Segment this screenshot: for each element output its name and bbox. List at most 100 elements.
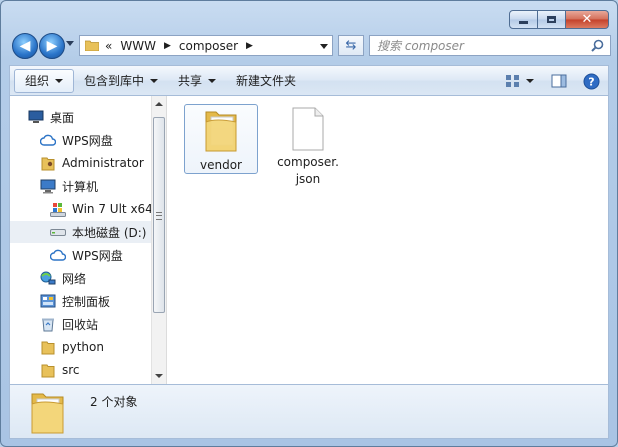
share-label: 共享 — [178, 74, 203, 88]
sidebar-item-network[interactable]: 网络 — [10, 267, 156, 289]
include-in-library-label: 包含到库中 — [84, 74, 145, 88]
sidebar-item-wps-cloud[interactable]: WPS网盘 — [10, 129, 156, 151]
sidebar-item-recycle-bin[interactable]: 回收站 — [10, 313, 156, 335]
address-dropdown-icon[interactable] — [320, 44, 328, 49]
sidebar-item-src[interactable]: src — [10, 359, 156, 381]
file-item-composer-json[interactable]: composer. json — [272, 105, 344, 188]
sidebar-item-label: 本地磁盘 (D:) — [72, 225, 147, 240]
breadcrumb-separator-icon[interactable]: ▶ — [164, 41, 171, 51]
back-button[interactable]: ◀ — [12, 33, 38, 59]
address-bar[interactable]: « WWW ▶ composer ▶ — [79, 35, 333, 56]
drive-icon — [50, 224, 66, 240]
sidebar-item-label: python — [62, 340, 104, 354]
include-in-library-button[interactable]: 包含到库中 — [74, 69, 168, 93]
explorer-window: ✕ ◀ ▶ « WWW ▶ composer ▶ ⇆ 组织 — [0, 0, 618, 447]
windows-drive-icon — [50, 201, 66, 217]
breadcrumb-prefix[interactable]: « — [105, 39, 112, 53]
navigation-scrollbar[interactable] — [151, 96, 167, 384]
sidebar-item-label: WPS网盘 — [72, 248, 123, 263]
breadcrumb-separator-icon[interactable]: ▶ — [246, 41, 253, 51]
sidebar-item-label: 桌面 — [50, 110, 75, 125]
file-list: vendor composer. json — [168, 96, 608, 384]
folder-icon — [40, 339, 56, 355]
sidebar-item-python[interactable]: python — [10, 336, 156, 358]
chevron-down-icon — [150, 78, 159, 83]
new-folder-label: 新建文件夹 — [236, 74, 297, 88]
cloud-icon — [50, 247, 66, 263]
maximize-icon — [547, 16, 556, 23]
folder-icon — [40, 362, 56, 378]
refresh-icon: ⇆ — [345, 38, 357, 53]
close-button[interactable]: ✕ — [566, 10, 609, 29]
sidebar-item-desktop[interactable]: 桌面 — [10, 106, 156, 128]
sidebar-item-local-disk-d[interactable]: 本地磁盘 (D:) — [10, 221, 156, 243]
arrow-right-icon: ▶ — [46, 38, 58, 54]
search-input[interactable] — [370, 36, 577, 55]
refresh-button[interactable]: ⇆ — [338, 35, 364, 56]
folder-icon — [205, 111, 237, 152]
navigation-pane: 桌面 WPS网盘 Administrator 计算机 Win 7 Ult x64… — [10, 96, 156, 384]
search-box — [369, 35, 611, 56]
help-icon: ? — [583, 73, 599, 89]
sidebar-item-label: WPS网盘 — [62, 133, 113, 148]
view-controls: ? — [496, 70, 602, 92]
details-pane: 2 个对象 — [9, 385, 609, 439]
control-panel-icon — [40, 293, 56, 309]
sidebar-item-control-panel[interactable]: 控制面板 — [10, 290, 156, 312]
change-view-button[interactable] — [502, 70, 524, 92]
forward-button[interactable]: ▶ — [39, 33, 65, 59]
content-area: 桌面 WPS网盘 Administrator 计算机 Win 7 Ult x64… — [9, 95, 609, 385]
sidebar-item-label: 网络 — [62, 271, 87, 286]
file-icon — [292, 107, 324, 151]
minimize-icon — [519, 21, 528, 24]
sidebar-item-label: 计算机 — [62, 179, 99, 194]
chevron-down-icon — [55, 78, 64, 83]
file-item-vendor[interactable]: vendor — [184, 104, 258, 174]
sidebar-item-label: src — [62, 363, 80, 377]
caption-buttons: ✕ — [509, 10, 609, 29]
organize-label: 组织 — [25, 74, 50, 88]
sidebar-item-computer[interactable]: 计算机 — [10, 175, 156, 197]
sidebar-item-wps-cloud-2[interactable]: WPS网盘 — [10, 244, 156, 266]
folder-icon — [85, 40, 99, 51]
minimize-button[interactable] — [509, 10, 538, 29]
organize-button[interactable]: 组织 — [14, 68, 75, 93]
network-icon — [40, 270, 56, 286]
view-grid-icon — [506, 75, 519, 87]
scroll-down-icon[interactable] — [155, 374, 163, 378]
computer-icon — [40, 178, 56, 194]
folder-icon — [31, 393, 64, 434]
recent-pages-dropdown[interactable] — [66, 41, 74, 46]
sidebar-item-win7-drive[interactable]: Win 7 Ult x64 — [10, 198, 156, 220]
desktop-icon — [28, 109, 44, 125]
file-name-extension: json — [295, 172, 321, 186]
svg-text:?: ? — [588, 75, 594, 88]
command-bar: 组织 包含到库中 共享 新建文件夹 ? — [9, 65, 609, 95]
view-options-dropdown-icon[interactable] — [526, 79, 534, 83]
sidebar-item-label: 控制面板 — [62, 294, 111, 309]
scrollbar-thumb[interactable] — [153, 117, 165, 313]
navigation-row: ◀ ▶ « WWW ▶ composer ▶ ⇆ — [9, 31, 611, 59]
maximize-button[interactable] — [538, 10, 566, 29]
recycle-bin-icon — [40, 316, 56, 332]
cloud-icon — [40, 132, 56, 148]
share-button[interactable]: 共享 — [168, 69, 226, 93]
sidebar-item-label: Win 7 Ult x64 — [72, 202, 153, 216]
new-folder-button[interactable]: 新建文件夹 — [226, 69, 306, 93]
grip-icon — [156, 212, 162, 220]
chevron-down-icon — [208, 78, 217, 83]
preview-pane-button[interactable] — [548, 70, 570, 92]
file-name: composer. — [277, 155, 339, 169]
user-folder-icon — [40, 155, 56, 171]
sidebar-item-administrator[interactable]: Administrator — [10, 152, 156, 174]
breadcrumb-www[interactable]: WWW — [120, 39, 156, 53]
search-icon[interactable] — [591, 39, 604, 52]
file-name: vendor — [200, 158, 242, 172]
arrow-left-icon: ◀ — [19, 38, 31, 54]
item-count: 2 个对象 — [90, 395, 138, 409]
sidebar-item-label: Administrator — [62, 156, 144, 170]
scroll-up-icon[interactable] — [155, 102, 163, 106]
preview-pane-icon — [551, 74, 567, 88]
help-button[interactable]: ? — [580, 70, 602, 92]
breadcrumb-composer[interactable]: composer — [179, 39, 238, 53]
